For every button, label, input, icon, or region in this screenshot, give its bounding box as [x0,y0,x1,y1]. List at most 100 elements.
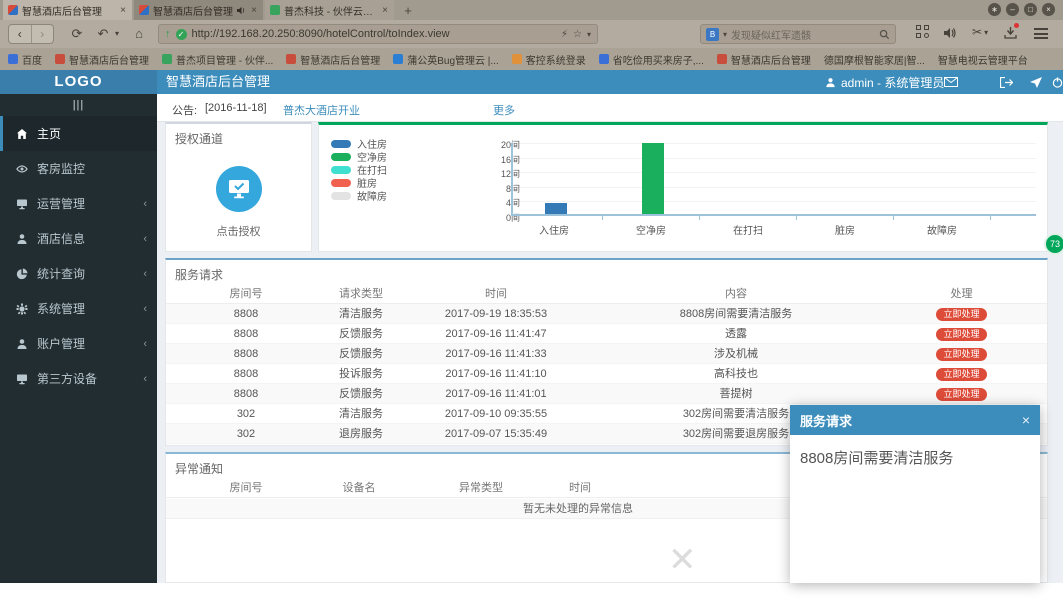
menu-icon[interactable] [1034,28,1048,39]
column-header: 内容 [596,284,876,304]
sidebar-item-account[interactable]: 账户管理 ‹ [0,326,157,361]
bookmark-item[interactable]: 百度 [8,52,42,67]
request-content: 涉及机械 [714,348,758,360]
handle-now-button[interactable]: 立即处理 [936,328,987,341]
table-row: 8808 反馈服务 2017-09-16 11:41:33 涉及机械 立即处理 [166,344,1047,364]
address-bar[interactable]: ↑ ✓ http://192.168.20.250:8090/hotelCont… [158,24,598,44]
message-icon[interactable] [944,70,958,94]
tab-favicon [8,5,18,15]
bookmark-star-icon[interactable]: ☆ [573,29,582,40]
tab-close-icon[interactable]: × [250,5,258,16]
bookmark-favicon [8,54,18,64]
undo-button[interactable]: ↶ [94,24,112,44]
search-input[interactable]: 发现疑似红军遗骸 [731,27,875,42]
sidebar-item-third-party[interactable]: 第三方设备 ‹ [0,361,157,396]
request-time: 2017-09-16 11:41:10 [445,368,547,380]
skin-button[interactable]: ∗ [988,3,1001,16]
search-icon[interactable] [879,29,890,40]
tab-favicon [139,5,149,15]
user-menu[interactable]: admin - 系统管理员 [825,70,944,94]
bookmark-item[interactable]: 客控系统登录 [511,52,586,67]
lightning-icon[interactable]: ⚡ [561,29,568,40]
sidebar-item-statistics[interactable]: 统计查询 ‹ [0,256,157,291]
download-icon[interactable] [1004,23,1019,44]
browser-tab[interactable]: 智慧酒店后台管理 × [134,0,263,20]
tab-close-icon[interactable]: × [119,5,127,16]
maximize-button[interactable]: □ [1024,3,1037,16]
sidebar-toggle[interactable]: ||| [0,94,157,116]
apps-grid-icon[interactable] [916,25,929,38]
popup-message: 8808房间需要清洁服务 [800,450,954,467]
bookmark-item[interactable]: 智慧酒店后台管理 [55,52,149,67]
bookmark-label: 智慧酒店后台管理 [730,55,811,67]
bookmark-item[interactable]: 普杰项目管理 - 伙伴... [162,52,273,67]
handle-now-button[interactable]: 立即处理 [936,348,987,361]
popup-header: 服务请求 × [790,405,1040,435]
home-button[interactable]: ⌂ [130,24,148,44]
undo-caret-icon[interactable]: ▾ [112,24,122,44]
request-time: 2017-09-16 11:41:33 [445,348,547,360]
bookmark-label: 蒲公英Bug管理云 |... [407,55,499,67]
request-type: 清洁服务 [339,308,383,320]
notification-badge[interactable]: 73 [1044,233,1063,255]
sidebar-item-home[interactable]: 主页 [0,116,157,151]
handle-now-button[interactable]: 立即处理 [936,368,987,381]
search-box[interactable]: B ▾ 发现疑似红军遗骸 [700,24,896,44]
back-button[interactable]: ‹ [9,25,31,43]
x-axis-tick [796,216,797,220]
browser-tab[interactable]: 普杰科技 - 伙伴云表格 × [265,0,394,20]
authorize-label[interactable]: 点击授权 [166,223,311,239]
room-number: 8808 [233,348,259,360]
power-icon[interactable] [1052,70,1063,94]
request-type: 投诉服务 [339,368,383,380]
request-time: 2017-09-16 11:41:47 [445,328,547,340]
scissors-icon[interactable]: ✂ ▾ [972,25,988,39]
bookmark-favicon [55,54,65,64]
close-button[interactable]: × [1042,3,1055,16]
sidebar-item-system[interactable]: 系统管理 ‹ [0,291,157,326]
bookmark-item[interactable]: 智慧电视云管理平台 [938,52,1028,67]
bookmark-item[interactable]: 德国摩根智能家居|智... [824,52,925,67]
bookmark-label: 智慧电视云管理平台 [937,55,1028,67]
url-text[interactable]: http://192.168.20.250:8090/hotelControl/… [192,28,556,40]
minimize-button[interactable]: – [1006,3,1019,16]
announcement-link[interactable]: 普杰大酒店开业 [283,102,360,118]
sidebar-item-operations[interactable]: 运营管理 ‹ [0,186,157,221]
legend-swatch [331,152,351,161]
nav-back-forward: ‹ › [8,24,54,44]
bookmark-item[interactable]: 省吃俭用买来房子,... [598,52,704,67]
top-arrow-icon[interactable]: ↑ [165,28,171,40]
announcement-more-link[interactable]: 更多 [493,102,515,118]
url-caret-icon[interactable]: ▾ [587,30,591,39]
app-logo[interactable]: LOGO [0,70,157,94]
authorize-button[interactable] [215,166,262,212]
forward-button[interactable]: › [30,25,54,43]
new-tab-button[interactable]: + [396,0,420,20]
browser-toolbar: ‹ › ⟳ ↶ ▾ ⌂ ↑ ✓ http://192.168.20.250:80… [0,20,1063,48]
tab-audio-icon[interactable] [237,6,246,15]
tab-close-icon[interactable]: × [381,5,389,16]
bookmark-item[interactable]: 智慧酒店后台管理 [286,52,380,67]
send-icon[interactable] [1030,70,1042,94]
chart-legend: 入住房 空净房 在打扫 脏房 故障房 [331,137,387,203]
browser-tab[interactable]: 智慧酒店后台管理 × [3,0,132,20]
refresh-button[interactable]: ⟳ [68,24,86,44]
column-header: 请求类型 [326,284,396,304]
column-header: 设备名 [342,482,376,494]
sidebar-item-hotel-info[interactable]: 酒店信息 ‹ [0,221,157,256]
popup-close-icon[interactable]: × [1022,412,1030,428]
table-row: 8808 反馈服务 2017-09-16 11:41:47 透露 立即处理 [166,324,1047,344]
request-type: 反馈服务 [339,348,383,360]
handle-now-button[interactable]: 立即处理 [936,308,987,321]
bookmark-item[interactable]: 蒲公英Bug管理云 |... [393,52,499,67]
chevron-left-icon: ‹ [143,197,147,210]
bookmark-item[interactable]: 智慧酒店后台管理 [716,52,811,67]
legend-item[interactable]: 故障房 [331,189,387,203]
handle-now-button[interactable]: 立即处理 [936,388,987,401]
search-engine-caret-icon[interactable]: ▾ [723,30,727,39]
sidebar-item-room-monitor[interactable]: 客房监控 [0,151,157,186]
speaker-icon[interactable] [944,27,957,39]
tab-title: 智慧酒店后台管理 [22,6,102,18]
logout-icon[interactable] [1000,70,1013,94]
search-engine-icon[interactable]: B [706,27,719,41]
